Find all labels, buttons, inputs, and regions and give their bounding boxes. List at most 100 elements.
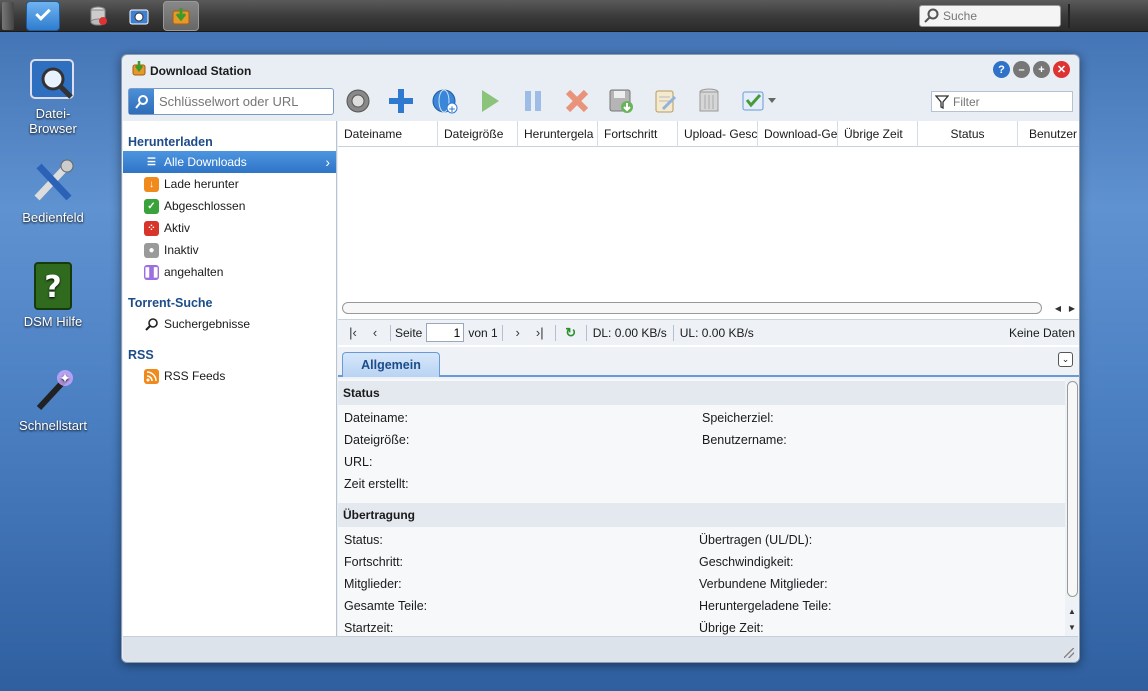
scroll-left-icon[interactable]: ◀	[1052, 302, 1064, 314]
checklist-icon	[742, 91, 764, 111]
filter-box[interactable]	[931, 91, 1073, 112]
tab-general[interactable]: Allgemein	[342, 352, 440, 377]
vertical-scrollbar[interactable]: ▲ ▼	[1066, 381, 1078, 636]
refresh-icon: ↻	[565, 324, 577, 340]
desktop-dsm-help[interactable]: ? DSM Hilfe	[8, 260, 98, 329]
svg-text:+: +	[448, 105, 456, 115]
help-icon: ?	[998, 63, 1005, 76]
filter-input[interactable]	[953, 94, 1063, 109]
field-label: Geschwindigkeit:	[699, 555, 794, 569]
field-label: URL:	[344, 455, 373, 469]
downloads-grid: Dateiname Dateigröße Heruntergela Fortsc…	[338, 121, 1079, 347]
field-label: Startzeit:	[344, 621, 394, 635]
sidebar-item-label: angehalten	[164, 265, 224, 279]
select-menu-button[interactable]	[737, 85, 779, 117]
settings-button[interactable]	[342, 85, 374, 117]
sidebar-item-active[interactable]: ⁘ Aktiv	[123, 217, 336, 239]
column-header[interactable]: Dateiname	[338, 121, 438, 147]
column-header[interactable]: Status	[918, 121, 1018, 147]
close-icon: ✕	[1056, 64, 1067, 76]
scroll-right-icon[interactable]: ▶	[1066, 302, 1078, 314]
desktop-control-panel[interactable]: Bedienfeld	[8, 156, 98, 225]
maximize-button[interactable]: +	[1033, 61, 1050, 78]
globe-add-icon: +	[432, 89, 458, 115]
download-station-taskbar-button[interactable]	[163, 1, 199, 31]
sidebar-item-label: Abgeschlossen	[164, 199, 246, 213]
desktop-quick-start[interactable]: ✦ Schnellstart	[8, 364, 98, 433]
column-header[interactable]: Übrige Zeit	[838, 121, 918, 147]
sidebar-item-label: Aktiv	[164, 221, 191, 235]
collapse-button[interactable]: ⌄	[1058, 352, 1073, 367]
maximize-icon: +	[1038, 63, 1045, 76]
file-browser-taskbar-button[interactable]	[121, 1, 157, 31]
scroll-down-icon[interactable]: ▼	[1066, 621, 1078, 633]
delete-x-icon	[565, 89, 589, 113]
close-button[interactable]: ✕	[1053, 61, 1070, 78]
scrollbar-thumb[interactable]	[1067, 381, 1078, 597]
resize-grip-icon[interactable]	[1064, 648, 1074, 658]
previous-page-button[interactable]: ‹	[364, 323, 386, 343]
pause-button[interactable]	[517, 85, 549, 117]
field-label: Dateigröße:	[344, 433, 410, 447]
field-label: Speicherziel:	[702, 411, 774, 425]
separator	[501, 324, 503, 341]
storage-manager-button[interactable]	[80, 1, 116, 31]
desktop-icon-label: Bedienfeld	[22, 210, 84, 225]
scrollbar-thumb[interactable]	[342, 302, 1042, 314]
first-page-button[interactable]: |‹	[342, 323, 364, 343]
add-url-button[interactable]: +	[429, 85, 461, 117]
sidebar-item-completed[interactable]: ✓ Abgeschlossen	[123, 195, 336, 217]
column-header[interactable]: Heruntergela	[518, 121, 598, 147]
sidebar-item-rss-feeds[interactable]: RSS Feeds	[123, 365, 336, 387]
refresh-button[interactable]: ↻	[560, 323, 582, 343]
column-header[interactable]: Benutzer	[1018, 121, 1079, 147]
sidebar: Herunterladen ☰ Alle Downloads › ↓ Lade …	[123, 121, 337, 636]
url-search-input[interactable]	[159, 94, 329, 109]
last-page-button[interactable]: ›|	[529, 323, 551, 343]
window-status-bar	[123, 636, 1078, 662]
add-button[interactable]	[385, 85, 417, 117]
url-search-box[interactable]	[128, 88, 334, 115]
page-label: Seite	[395, 325, 423, 340]
chevron-down-icon	[35, 5, 51, 21]
detail-panel: Allgemein ⌄ Status Dateiname: Dateigröße…	[338, 347, 1079, 636]
sidebar-item-paused[interactable]: ❚❚ angehalten	[123, 261, 336, 283]
sidebar-item-all-downloads[interactable]: ☰ Alle Downloads ›	[123, 151, 336, 173]
column-header[interactable]: Dateigröße	[438, 121, 518, 147]
taskbar-search[interactable]	[919, 5, 1061, 27]
first-page-icon: |‹	[349, 325, 357, 340]
page-number-input[interactable]	[426, 323, 465, 342]
next-page-button[interactable]: ›	[507, 323, 529, 343]
control-panel-icon	[34, 159, 74, 201]
desktop-icon-label: DSM Hilfe	[23, 314, 83, 329]
sidebar-item-inactive[interactable]: ● Inaktiv	[123, 239, 336, 261]
column-header[interactable]: Download-Ge	[758, 121, 838, 147]
sidebar-section-title: Torrent-Suche	[128, 296, 213, 310]
main-menu-button[interactable]	[26, 1, 60, 31]
desktop-file-browser[interactable]: Datei- Browser	[8, 52, 98, 136]
help-button[interactable]: ?	[993, 61, 1010, 78]
save-button[interactable]	[605, 85, 637, 117]
column-header[interactable]: Upload- Gesc	[678, 121, 758, 147]
minimize-button[interactable]: –	[1013, 61, 1030, 78]
sidebar-item-search-results[interactable]: Suchergebnisse	[123, 313, 336, 335]
field-label: Dateiname:	[344, 411, 408, 425]
desktop-icon-label: Datei- Browser	[29, 106, 77, 136]
edit-button[interactable]	[649, 85, 681, 117]
column-header[interactable]: Fortschritt	[598, 121, 678, 147]
resume-button[interactable]	[473, 85, 505, 117]
funnel-icon	[935, 94, 949, 109]
field-label: Zeit erstellt:	[344, 477, 409, 491]
help-book-icon: ?	[34, 262, 72, 310]
scroll-up-icon[interactable]: ▲	[1066, 605, 1078, 617]
taskbar-search-input[interactable]	[943, 9, 1053, 23]
taskbar-separator	[1068, 4, 1070, 28]
horizontal-scrollbar[interactable]: ◀ ▶	[342, 301, 1078, 315]
field-label: Verbundene Mitglieder:	[699, 577, 828, 591]
search-icon	[129, 89, 154, 114]
clear-button[interactable]	[693, 85, 725, 117]
magic-wand-icon: ✦	[36, 370, 73, 411]
sidebar-item-downloading[interactable]: ↓ Lade herunter	[123, 173, 336, 195]
delete-button[interactable]	[561, 85, 593, 117]
field-label: Heruntergeladene Teile:	[699, 599, 832, 613]
